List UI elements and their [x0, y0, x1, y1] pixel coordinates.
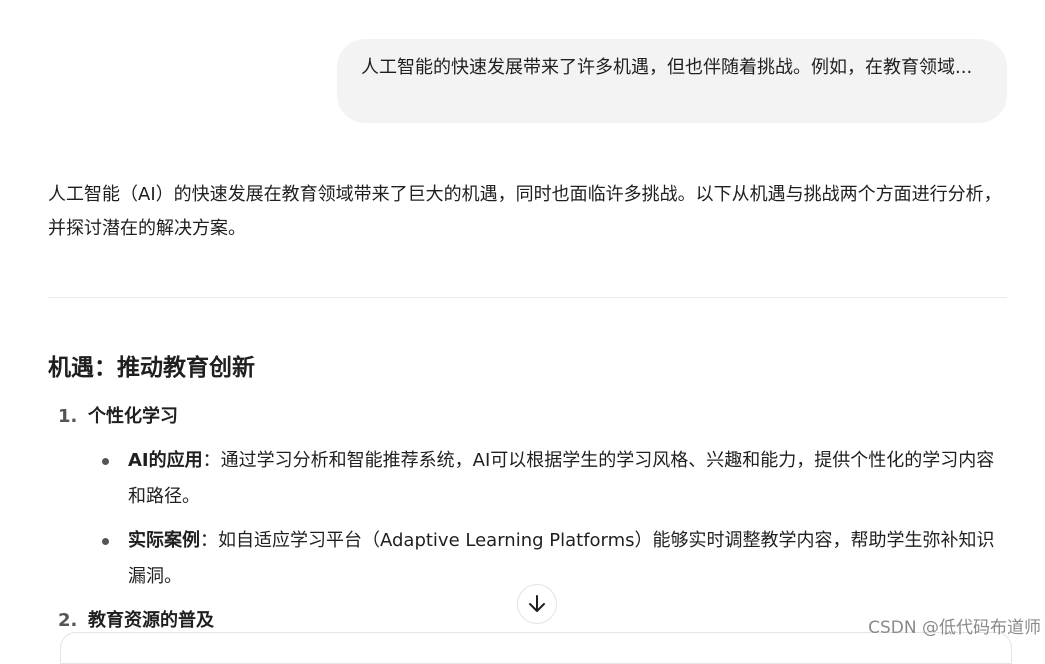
- bullet-label: 实际案例: [128, 530, 200, 551]
- bullet-icon: [102, 458, 109, 465]
- list-item-title: 个性化学习: [88, 406, 178, 427]
- list-item-title: 教育资源的普及: [88, 610, 214, 631]
- list-number: 1.: [58, 406, 78, 427]
- list-item-1: 1. 个性化学习: [58, 402, 178, 432]
- arrow-down-icon: [529, 595, 545, 612]
- bullet-item: AI的应用：通过学习分析和智能推荐系统，AI可以根据学生的学习风格、兴趣和能力，…: [128, 443, 1008, 515]
- section-heading: 机遇：推动教育创新: [48, 355, 255, 381]
- bullet-item: 实际案例：如自适应学习平台（Adaptive Learning Platform…: [128, 523, 1008, 595]
- bullet-label: AI的应用: [128, 450, 203, 471]
- user-message-bubble: 人工智能的快速发展带来了许多机遇，但也伴随着挑战。例如，在教育领域...: [337, 39, 1007, 123]
- user-message-text: 人工智能的快速发展带来了许多机遇，但也伴随着挑战。例如，在教育领域...: [361, 57, 973, 78]
- watermark: CSDN @低代码布道师: [868, 618, 1041, 638]
- bullet-body: ：通过学习分析和智能推荐系统，AI可以根据学生的学习风格、兴趣和能力，提供个性化…: [128, 450, 995, 507]
- divider: [48, 297, 1007, 298]
- scroll-to-bottom-button[interactable]: [517, 584, 557, 624]
- bullet-icon: [102, 538, 109, 545]
- assistant-intro: 人工智能（AI）的快速发展在教育领域带来了巨大的机遇，同时也面临许多挑战。以下从…: [48, 184, 1002, 239]
- bullet-body: ：如自适应学习平台（Adaptive Learning Platforms）能够…: [128, 530, 995, 587]
